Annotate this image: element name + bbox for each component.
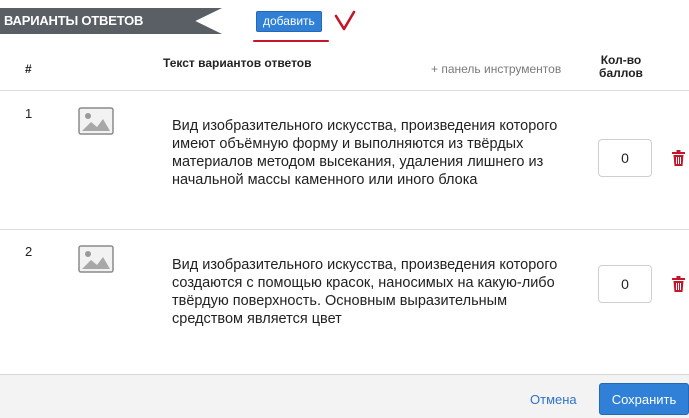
row-number: 1 xyxy=(25,106,33,121)
row-number: 2 xyxy=(25,244,33,259)
section-title: ВАРИАНТЫ ОТВЕТОВ xyxy=(4,13,144,28)
score-input[interactable] xyxy=(598,265,652,303)
answer-text[interactable]: Вид изобразительного искусства, произвед… xyxy=(172,256,582,328)
score-input[interactable] xyxy=(598,139,652,177)
column-header-score-line2: баллов xyxy=(599,66,643,80)
trash-icon[interactable] xyxy=(672,150,685,166)
save-button[interactable]: Сохранить xyxy=(599,383,689,415)
answer-text[interactable]: Вид изобразительного искусства, произвед… xyxy=(172,117,582,189)
image-placeholder-icon[interactable] xyxy=(78,245,114,273)
image-placeholder-icon[interactable] xyxy=(78,107,114,135)
column-header-number: # xyxy=(25,62,32,76)
annotation-check-icon xyxy=(334,10,356,31)
row-divider xyxy=(0,229,689,230)
toolbar-toggle-link[interactable]: + панель инструментов xyxy=(431,62,561,76)
modal-footer xyxy=(0,374,689,418)
add-answer-button[interactable]: добавить xyxy=(256,11,322,32)
header-divider xyxy=(0,90,689,91)
column-header-score: Кол-во баллов xyxy=(597,54,645,80)
annotation-underline xyxy=(253,40,329,42)
column-header-answer-text: Текст вариантов ответов xyxy=(163,56,312,70)
trash-icon[interactable] xyxy=(672,276,685,292)
cancel-button[interactable]: Отмена xyxy=(530,392,577,407)
